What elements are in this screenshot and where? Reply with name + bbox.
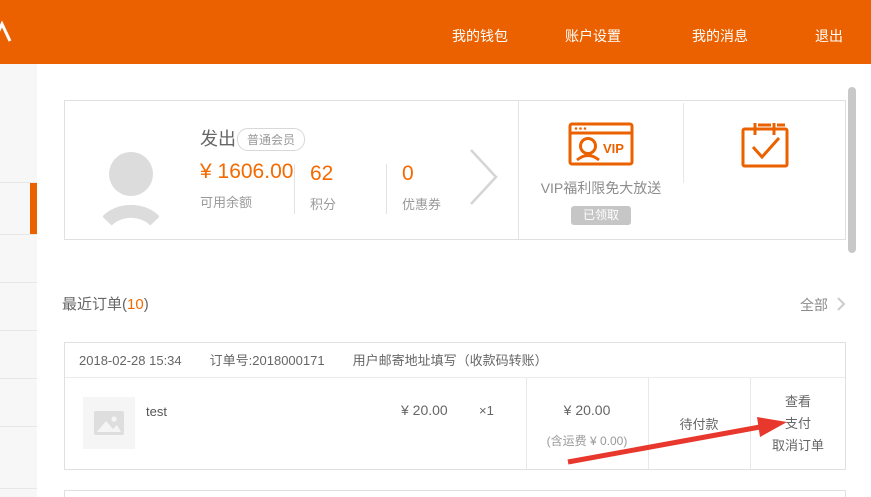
sidebar-item-active[interactable] [0,183,37,235]
username: 发出 [200,125,236,151]
order-cancel-link[interactable]: 取消订单 [772,438,824,453]
order-card: 2018-02-28 15:34 订单号:2018000171 用户邮寄地址填写（收… [64,342,846,470]
sidebar [0,64,37,497]
order-total-price: ¥ 20.00 [526,402,648,418]
calendar-check-icon [740,120,790,169]
sidebar-item[interactable] [0,427,37,489]
recent-orders-count: 10 [127,296,144,313]
balance-stat[interactable]: ¥ 1606.00 可用余额 [200,159,296,211]
order-body: test ¥ 20.00 ×1 ¥ 20.00 (含运费 ¥ 0.00) 待付款… [65,378,845,469]
user-summary-card: 发出 普通会员 ¥ 1606.00 可用余额 62 积分 0 优惠券 [64,100,846,240]
order-total-cell: ¥ 20.00 (含运费 ¥ 0.00) [526,402,648,449]
points-stat[interactable]: 62 积分 [310,161,336,213]
image-placeholder-icon [94,411,124,435]
coupons-label: 优惠券 [402,194,441,213]
product-quantity: ×1 [479,403,494,418]
coupons-stat[interactable]: 0 优惠券 [402,161,441,213]
product-thumbnail[interactable] [83,397,135,449]
recent-orders-title: 最近订单(10) [62,293,149,314]
balance-label: 可用余额 [200,192,296,211]
coupons-value: 0 [402,161,441,187]
nav-my-wallet[interactable]: 我的钱包 [452,28,508,45]
view-all-orders-link[interactable]: 全部 [800,295,828,315]
chevron-right-icon[interactable] [468,147,500,207]
balance-value: ¥ 1606.00 [200,159,296,185]
nav-logout[interactable]: 退出 [815,28,843,45]
divider [294,164,295,214]
vip-promo-block[interactable]: VIP VIP福利限免大放送 已领取 [519,101,683,239]
sidebar-active-indicator [30,183,37,234]
product-name[interactable]: test [146,404,167,419]
order-shipping-note: (含运费 ¥ 0.00) [526,432,648,449]
vip-browser-icon: VIP [568,122,634,166]
sidebar-item[interactable] [0,64,37,183]
points-value: 62 [310,161,336,187]
order-number: 订单号:2018000171 [210,353,325,368]
order-pay-link[interactable]: 支付 [785,416,811,431]
sidebar-item[interactable] [0,235,37,283]
top-nav-bar: 我的钱包 账户设置 我的消息 退出 [0,0,871,64]
order-note: 用户邮寄地址填写（收款码转账） [353,353,548,368]
nav-my-messages[interactable]: 我的消息 [692,28,748,45]
divider [386,164,387,214]
sidebar-item[interactable] [0,379,37,427]
avatar[interactable] [103,150,159,236]
recent-orders-prefix: 最近订单( [62,296,127,313]
vip-claimed-button[interactable]: 已领取 [571,206,631,225]
sidebar-item[interactable] [0,331,37,379]
order-status: 待付款 [648,378,750,469]
vip-icon-label: VIP [603,141,624,156]
points-label: 积分 [310,194,336,213]
scrollbar-thumb[interactable] [848,87,856,253]
sidebar-item[interactable] [0,489,37,497]
sign-in-block[interactable] [684,101,846,239]
site-logo-fragment-icon [0,20,15,44]
member-level-badge: 普通会员 [237,128,305,151]
sidebar-item[interactable] [0,283,37,331]
product-unit-price: ¥ 20.00 [401,402,448,418]
page: 我的钱包 账户设置 我的消息 退出 发出 普通会员 ¥ 1606.00 可用余额… [0,0,871,497]
order-header: 2018-02-28 15:34 订单号:2018000171 用户邮寄地址填写（收… [65,343,845,378]
vip-promo-title: VIP福利限免大放送 [519,178,683,198]
order-card-partial [64,490,846,497]
order-actions: 查看 支付 取消订单 [750,378,846,469]
order-time: 2018-02-28 15:34 [79,353,182,368]
recent-orders-suffix: ) [144,296,149,313]
order-view-link[interactable]: 查看 [785,394,811,409]
nav-account-settings[interactable]: 账户设置 [565,28,621,45]
chevron-right-icon [835,296,847,312]
